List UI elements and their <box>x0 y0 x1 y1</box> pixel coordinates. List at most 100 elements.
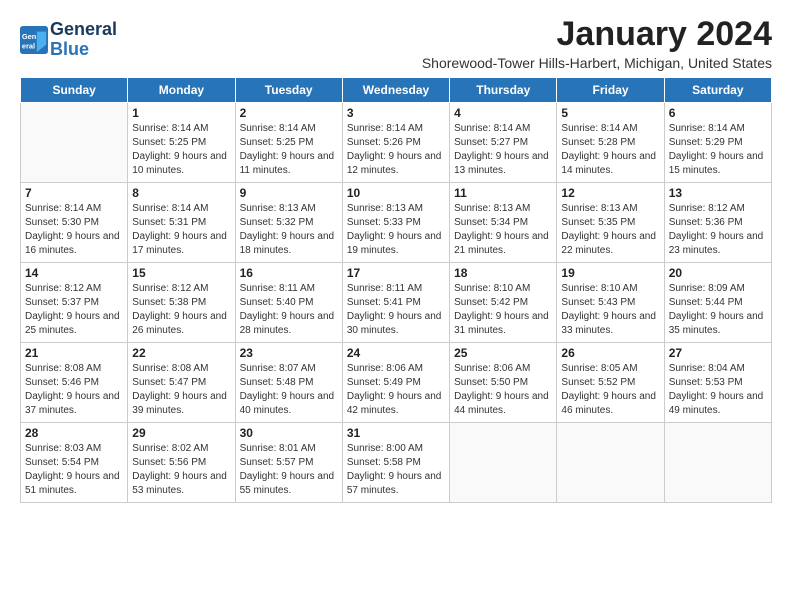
day-info: Sunrise: 8:10 AMSunset: 5:42 PMDaylight:… <box>454 282 552 338</box>
day-info: Sunrise: 8:14 AMSunset: 5:30 PMDaylight:… <box>25 202 123 258</box>
calendar-table: SundayMondayTuesdayWednesdayThursdayFrid… <box>20 77 772 503</box>
day-number: 11 <box>454 186 552 200</box>
calendar-cell: 1 Sunrise: 8:14 AMSunset: 5:25 PMDaylight… <box>128 103 235 183</box>
calendar-cell: 23 Sunrise: 8:07 AMSunset: 5:48 PMDayligh… <box>235 343 342 423</box>
calendar-cell: 30Sunrise: 8:01 AMSunset: 5:57 PMDayligh… <box>235 423 342 503</box>
calendar-cell: 4 Sunrise: 8:14 AMSunset: 5:27 PMDaylight… <box>450 103 557 183</box>
calendar-cell <box>21 103 128 183</box>
day-number: 31 <box>347 426 445 440</box>
day-info: Sunrise: 8:06 AMSunset: 5:50 PMDaylight:… <box>454 362 552 418</box>
day-number: 2 <box>240 106 338 120</box>
calendar-cell: 20 Sunrise: 8:09 AMSunset: 5:44 PMDayligh… <box>664 263 771 343</box>
day-info: Sunrise: 8:14 AMSunset: 5:25 PMDaylight:… <box>132 122 230 178</box>
weekday-header-row: SundayMondayTuesdayWednesdayThursdayFrid… <box>21 78 772 103</box>
calendar-cell: 11 Sunrise: 8:13 AMSunset: 5:34 PMDayligh… <box>450 183 557 263</box>
day-info: Sunrise: 8:08 AMSunset: 5:46 PMDaylight:… <box>25 362 123 418</box>
day-info: Sunrise: 8:03 AMSunset: 5:54 PMDaylight:… <box>25 442 123 498</box>
calendar-cell: 12 Sunrise: 8:13 AMSunset: 5:35 PMDayligh… <box>557 183 664 263</box>
day-number: 12 <box>561 186 659 200</box>
day-number: 6 <box>669 106 767 120</box>
weekday-header: Friday <box>557 78 664 103</box>
day-number: 28 <box>25 426 123 440</box>
day-info: Sunrise: 8:13 AMSunset: 5:32 PMDaylight:… <box>240 202 338 258</box>
weekday-header: Thursday <box>450 78 557 103</box>
day-number: 19 <box>561 266 659 280</box>
day-number: 8 <box>132 186 230 200</box>
calendar-cell: 24 Sunrise: 8:06 AMSunset: 5:49 PMDayligh… <box>342 343 449 423</box>
calendar-cell: 18 Sunrise: 8:10 AMSunset: 5:42 PMDayligh… <box>450 263 557 343</box>
subtitle: Shorewood-Tower Hills-Harbert, Michigan,… <box>422 55 772 71</box>
page: Gen eral General Blue January 2024 Shore… <box>0 0 792 612</box>
day-number: 7 <box>25 186 123 200</box>
day-info: Sunrise: 8:14 AMSunset: 5:26 PMDaylight:… <box>347 122 445 178</box>
calendar-cell: 22 Sunrise: 8:08 AMSunset: 5:47 PMDayligh… <box>128 343 235 423</box>
logo-name: General Blue <box>50 20 117 60</box>
calendar-cell: 19 Sunrise: 8:10 AMSunset: 5:43 PMDayligh… <box>557 263 664 343</box>
calendar-cell: 25 Sunrise: 8:06 AMSunset: 5:50 PMDayligh… <box>450 343 557 423</box>
day-number: 24 <box>347 346 445 360</box>
logo-icon: Gen eral <box>20 26 48 54</box>
day-number: 14 <box>25 266 123 280</box>
day-info: Sunrise: 8:14 AMSunset: 5:31 PMDaylight:… <box>132 202 230 258</box>
calendar-cell: 13Sunrise: 8:12 AMSunset: 5:36 PMDayligh… <box>664 183 771 263</box>
calendar-week-row: 21 Sunrise: 8:08 AMSunset: 5:46 PMDayligh… <box>21 343 772 423</box>
calendar-cell: 16Sunrise: 8:11 AMSunset: 5:40 PMDayligh… <box>235 263 342 343</box>
calendar-cell: 6Sunrise: 8:14 AMSunset: 5:29 PMDaylight… <box>664 103 771 183</box>
day-number: 4 <box>454 106 552 120</box>
day-info: Sunrise: 8:08 AMSunset: 5:47 PMDaylight:… <box>132 362 230 418</box>
day-number: 23 <box>240 346 338 360</box>
day-info: Sunrise: 8:12 AMSunset: 5:37 PMDaylight:… <box>25 282 123 338</box>
day-number: 15 <box>132 266 230 280</box>
calendar-cell: 28 Sunrise: 8:03 AMSunset: 5:54 PMDayligh… <box>21 423 128 503</box>
calendar-cell: 29Sunrise: 8:02 AMSunset: 5:56 PMDayligh… <box>128 423 235 503</box>
day-info: Sunrise: 8:04 AMSunset: 5:53 PMDaylight:… <box>669 362 767 418</box>
calendar-cell <box>664 423 771 503</box>
day-number: 1 <box>132 106 230 120</box>
day-number: 18 <box>454 266 552 280</box>
calendar-cell <box>557 423 664 503</box>
weekday-header: Tuesday <box>235 78 342 103</box>
day-number: 3 <box>347 106 445 120</box>
calendar-week-row: 14 Sunrise: 8:12 AMSunset: 5:37 PMDayligh… <box>21 263 772 343</box>
day-number: 25 <box>454 346 552 360</box>
day-info: Sunrise: 8:06 AMSunset: 5:49 PMDaylight:… <box>347 362 445 418</box>
day-number: 5 <box>561 106 659 120</box>
day-info: Sunrise: 8:12 AMSunset: 5:36 PMDaylight:… <box>669 202 767 258</box>
day-number: 30 <box>240 426 338 440</box>
calendar-cell: 3 Sunrise: 8:14 AMSunset: 5:26 PMDaylight… <box>342 103 449 183</box>
title-block: January 2024 Shorewood-Tower Hills-Harbe… <box>422 16 772 71</box>
calendar-cell: 14 Sunrise: 8:12 AMSunset: 5:37 PMDayligh… <box>21 263 128 343</box>
calendar-cell: 31 Sunrise: 8:00 AMSunset: 5:58 PMDayligh… <box>342 423 449 503</box>
day-info: Sunrise: 8:13 AMSunset: 5:34 PMDaylight:… <box>454 202 552 258</box>
calendar-cell: 27 Sunrise: 8:04 AMSunset: 5:53 PMDayligh… <box>664 343 771 423</box>
svg-text:eral: eral <box>22 41 35 50</box>
day-info: Sunrise: 8:11 AMSunset: 5:41 PMDaylight:… <box>347 282 445 338</box>
calendar-cell: 26Sunrise: 8:05 AMSunset: 5:52 PMDayligh… <box>557 343 664 423</box>
day-info: Sunrise: 8:05 AMSunset: 5:52 PMDaylight:… <box>561 362 659 418</box>
day-number: 17 <box>347 266 445 280</box>
day-info: Sunrise: 8:11 AMSunset: 5:40 PMDaylight:… <box>240 282 338 338</box>
day-info: Sunrise: 8:10 AMSunset: 5:43 PMDaylight:… <box>561 282 659 338</box>
day-info: Sunrise: 8:14 AMSunset: 5:25 PMDaylight:… <box>240 122 338 178</box>
day-number: 10 <box>347 186 445 200</box>
day-number: 27 <box>669 346 767 360</box>
day-info: Sunrise: 8:07 AMSunset: 5:48 PMDaylight:… <box>240 362 338 418</box>
calendar-cell: 5Sunrise: 8:14 AMSunset: 5:28 PMDaylight… <box>557 103 664 183</box>
weekday-header: Monday <box>128 78 235 103</box>
day-info: Sunrise: 8:14 AMSunset: 5:27 PMDaylight:… <box>454 122 552 178</box>
day-number: 21 <box>25 346 123 360</box>
day-info: Sunrise: 8:09 AMSunset: 5:44 PMDaylight:… <box>669 282 767 338</box>
day-number: 9 <box>240 186 338 200</box>
weekday-header: Wednesday <box>342 78 449 103</box>
logo: Gen eral General Blue <box>20 20 117 60</box>
calendar-cell: 15 Sunrise: 8:12 AMSunset: 5:38 PMDayligh… <box>128 263 235 343</box>
day-number: 22 <box>132 346 230 360</box>
calendar-cell: 17 Sunrise: 8:11 AMSunset: 5:41 PMDayligh… <box>342 263 449 343</box>
day-number: 20 <box>669 266 767 280</box>
svg-text:Gen: Gen <box>22 32 37 41</box>
day-info: Sunrise: 8:00 AMSunset: 5:58 PMDaylight:… <box>347 442 445 498</box>
day-info: Sunrise: 8:13 AMSunset: 5:35 PMDaylight:… <box>561 202 659 258</box>
day-info: Sunrise: 8:12 AMSunset: 5:38 PMDaylight:… <box>132 282 230 338</box>
day-info: Sunrise: 8:02 AMSunset: 5:56 PMDaylight:… <box>132 442 230 498</box>
header: Gen eral General Blue January 2024 Shore… <box>20 16 772 71</box>
